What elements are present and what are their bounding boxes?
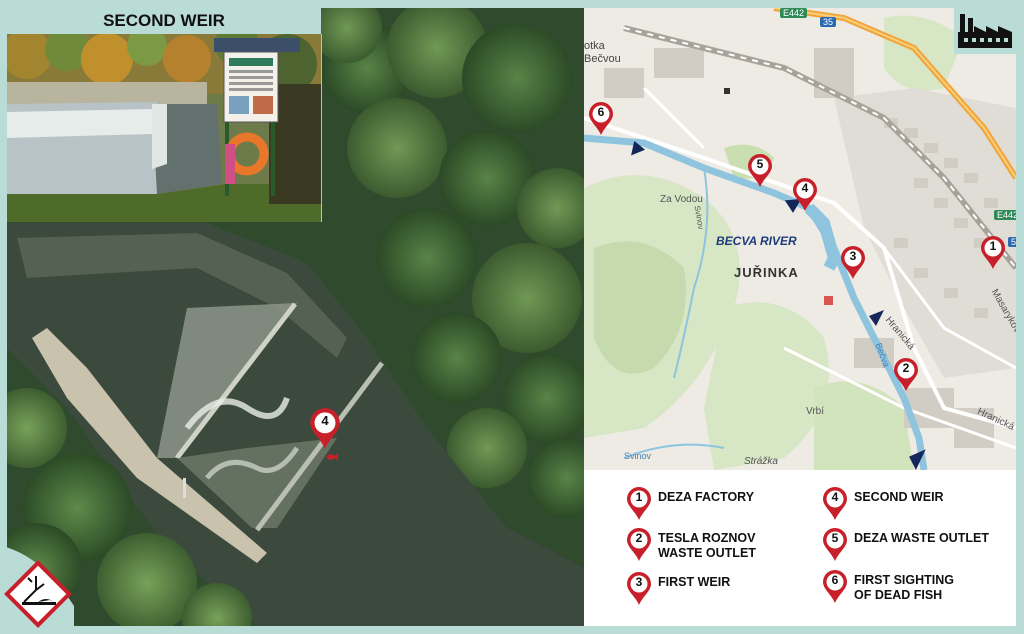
environmental-hazard-icon xyxy=(2,546,74,632)
map-marker-2-label: 2 xyxy=(902,361,910,375)
road-badge-e442-top: E442 xyxy=(780,8,808,18)
legend-marker-5: 5 xyxy=(822,528,848,562)
map-marker-1-label: 1 xyxy=(989,239,997,253)
legend-text-3: FIRST WEIR xyxy=(658,575,731,589)
map-label-za-vodou: Za Vodou xyxy=(660,194,703,205)
second-weir-photo xyxy=(7,34,322,222)
fish-icon xyxy=(326,453,338,461)
legend-item-3: 3 FIRST WEIR xyxy=(626,572,730,606)
legend-text-6: FIRST SIGHTING OF DEAD FISH xyxy=(854,573,954,602)
road-badge-e442-right: E442 xyxy=(994,210,1016,220)
inset-title: SECOND WEIR xyxy=(7,8,321,34)
map-marker-3[interactable]: 3 xyxy=(840,246,866,280)
legend-marker-1-label: 1 xyxy=(635,490,643,504)
road-badge-5: 5 xyxy=(1008,237,1016,247)
legend-item-2: 2 TESLA ROZNOV WASTE OUTLET xyxy=(626,528,756,562)
map-marker-4[interactable]: 4 xyxy=(792,178,818,212)
map-label-town: otka Bečvou xyxy=(584,40,621,65)
legend-marker-3: 3 xyxy=(626,572,652,606)
factory-icon xyxy=(954,8,1016,54)
map-background xyxy=(584,8,1016,470)
map-marker-3-label: 3 xyxy=(849,249,857,263)
map-marker-1[interactable]: 1 xyxy=(980,236,1006,270)
map-marker-6[interactable]: 6 xyxy=(588,102,614,136)
map-marker-6-label: 6 xyxy=(597,105,605,119)
legend-text-5: DEZA WASTE OUTLET xyxy=(854,531,989,545)
map-marker-5[interactable]: 5 xyxy=(747,154,773,188)
aerial-marker-4-label: 4 xyxy=(321,413,329,428)
legend-item-5: 5 DEZA WASTE OUTLET xyxy=(822,528,989,562)
map-marker-5-label: 5 xyxy=(756,157,764,171)
legend-marker-1: 1 xyxy=(626,487,652,521)
aerial-marker-4[interactable]: 4 xyxy=(309,408,341,450)
legend-text-2: TESLA ROZNOV WASTE OUTLET xyxy=(658,531,756,560)
legend-marker-6: 6 xyxy=(822,570,848,604)
legend-marker-5-label: 5 xyxy=(831,531,839,545)
legend-marker-6-label: 6 xyxy=(831,573,839,587)
road-badge-35: 35 xyxy=(820,17,837,27)
location-map: otka Bečvou Za Vodou BECVA RIVER JUŘINKA… xyxy=(584,8,1016,470)
infographic-frame: 4 SECOND WEIR otka Bečvou Za Vodou BECVA… xyxy=(0,0,1024,634)
legend: 1 DEZA FACTORY 2 TESLA ROZNOV WASTE OUTL… xyxy=(584,470,1016,626)
legend-item-6: 6 FIRST SIGHTING OF DEAD FISH xyxy=(822,570,954,604)
map-label-svinov: Svinov xyxy=(624,451,652,461)
legend-item-1: 1 DEZA FACTORY xyxy=(626,487,754,521)
map-label-becva-river: BECVA RIVER xyxy=(716,234,797,248)
map-label-vrbi: Vrbí xyxy=(806,406,824,417)
legend-marker-2-label: 2 xyxy=(635,531,643,545)
map-marker-4-label: 4 xyxy=(801,181,809,195)
legend-marker-2: 2 xyxy=(626,528,652,562)
map-marker-2[interactable]: 2 xyxy=(893,358,919,392)
legend-text-4: SECOND WEIR xyxy=(854,490,944,504)
legend-marker-3-label: 3 xyxy=(635,575,643,589)
map-label-jurinka: JUŘINKA xyxy=(734,265,799,280)
map-label-strazka: Strážka xyxy=(744,456,778,467)
legend-text-1: DEZA FACTORY xyxy=(658,490,755,504)
legend-marker-4-label: 4 xyxy=(831,490,839,504)
legend-marker-4: 4 xyxy=(822,487,848,521)
weir-photo xyxy=(7,34,321,222)
legend-item-4: 4 SECOND WEIR xyxy=(822,487,944,521)
